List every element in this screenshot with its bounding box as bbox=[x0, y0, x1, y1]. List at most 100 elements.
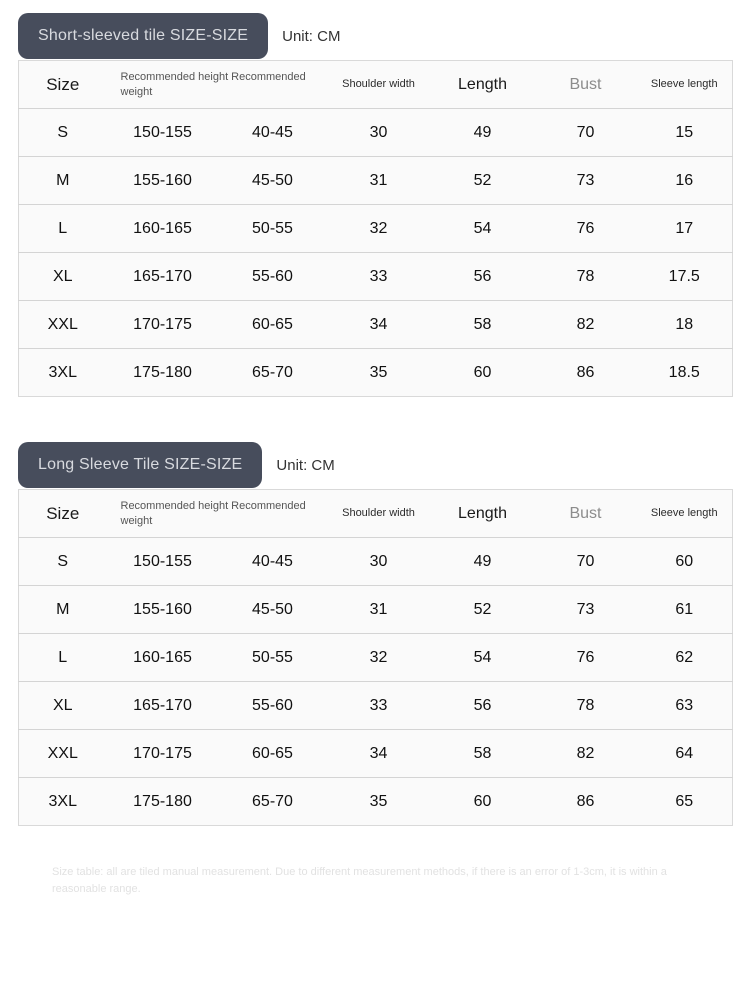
cell-bust: 76 bbox=[534, 633, 637, 682]
cell-shoulder: 30 bbox=[326, 537, 431, 586]
cell-sleeve: 60 bbox=[636, 537, 733, 586]
cell-size: XXL bbox=[18, 300, 107, 349]
cell-size: 3XL bbox=[18, 348, 107, 397]
table-row: M 155-160 45-50 31 52 73 16 bbox=[18, 156, 733, 205]
size-table-long-sleeve: Size Recommended height Recommended weig… bbox=[18, 489, 733, 826]
cell-length: 52 bbox=[430, 156, 535, 205]
cell-sleeve: 62 bbox=[636, 633, 733, 682]
cell-shoulder: 30 bbox=[326, 108, 431, 157]
table-row: 3XL 175-180 65-70 35 60 86 18.5 bbox=[18, 348, 733, 397]
cell-length: 58 bbox=[430, 729, 535, 778]
table-body-long-sleeve: S 150-155 40-45 30 49 70 60 M 155-160 45… bbox=[18, 537, 733, 826]
cell-sleeve: 63 bbox=[636, 681, 733, 730]
column-header-length: Length bbox=[430, 489, 535, 538]
cell-height: 150-155 bbox=[106, 537, 219, 586]
table-row: L 160-165 50-55 32 54 76 62 bbox=[18, 633, 733, 682]
column-header-length: Length bbox=[430, 60, 535, 109]
cell-weight: 50-55 bbox=[218, 204, 327, 253]
size-table-short-sleeve: Size Recommended height Recommended weig… bbox=[18, 60, 733, 397]
cell-bust: 82 bbox=[534, 300, 637, 349]
table-row: L 160-165 50-55 32 54 76 17 bbox=[18, 204, 733, 253]
cell-sleeve: 17 bbox=[636, 204, 733, 253]
cell-bust: 78 bbox=[534, 681, 637, 730]
cell-size: 3XL bbox=[18, 777, 107, 826]
cell-height: 160-165 bbox=[106, 633, 219, 682]
cell-bust: 70 bbox=[534, 108, 637, 157]
cell-height: 155-160 bbox=[106, 585, 219, 634]
cell-shoulder: 35 bbox=[326, 348, 431, 397]
cell-height: 170-175 bbox=[106, 729, 219, 778]
table-header-row: Size Recommended height Recommended weig… bbox=[18, 60, 733, 109]
measurement-disclaimer: Size table: all are tiled manual measure… bbox=[52, 866, 667, 895]
cell-size: XXL bbox=[18, 729, 107, 778]
cell-bust: 73 bbox=[534, 585, 637, 634]
table-body-short-sleeve: S 150-155 40-45 30 49 70 15 M 155-160 45… bbox=[18, 108, 733, 397]
cell-size: M bbox=[18, 156, 107, 205]
cell-length: 49 bbox=[430, 537, 535, 586]
column-header-shoulder-width: Shoulder width bbox=[326, 60, 431, 109]
cell-bust: 86 bbox=[534, 348, 637, 397]
column-header-bust: Bust bbox=[534, 60, 637, 109]
cell-size: L bbox=[18, 633, 107, 682]
section-badge-short-sleeve: Short-sleeved tile SIZE-SIZE bbox=[18, 13, 269, 59]
cell-length: 49 bbox=[430, 108, 535, 157]
table-row: XXL 170-175 60-65 34 58 82 64 bbox=[18, 729, 733, 778]
section-header-long-sleeve: Long Sleeve Tile SIZE-SIZE Unit: CM bbox=[18, 441, 750, 489]
cell-size: XL bbox=[18, 681, 107, 730]
cell-shoulder: 31 bbox=[326, 156, 431, 205]
cell-sleeve: 18 bbox=[636, 300, 733, 349]
cell-weight: 65-70 bbox=[218, 777, 327, 826]
cell-bust: 78 bbox=[534, 252, 637, 301]
cell-weight: 40-45 bbox=[218, 108, 327, 157]
cell-sleeve: 17.5 bbox=[636, 252, 733, 301]
cell-height: 175-180 bbox=[106, 777, 219, 826]
cell-weight: 40-45 bbox=[218, 537, 327, 586]
cell-shoulder: 34 bbox=[326, 729, 431, 778]
cell-weight: 60-65 bbox=[218, 300, 327, 349]
cell-shoulder: 32 bbox=[326, 204, 431, 253]
column-header-recommended: Recommended height Recommended weight bbox=[106, 60, 327, 109]
table-row: XL 165-170 55-60 33 56 78 17.5 bbox=[18, 252, 733, 301]
cell-height: 150-155 bbox=[106, 108, 219, 157]
cell-length: 54 bbox=[430, 633, 535, 682]
column-header-bust: Bust bbox=[534, 489, 637, 538]
cell-shoulder: 33 bbox=[326, 681, 431, 730]
column-header-shoulder-width: Shoulder width bbox=[326, 489, 431, 538]
cell-weight: 45-50 bbox=[218, 156, 327, 205]
cell-length: 58 bbox=[430, 300, 535, 349]
cell-weight: 65-70 bbox=[218, 348, 327, 397]
table-row: XXL 170-175 60-65 34 58 82 18 bbox=[18, 300, 733, 349]
column-header-sleeve-length: Sleeve length bbox=[636, 60, 733, 109]
column-header-sleeve-length: Sleeve length bbox=[636, 489, 733, 538]
cell-size: L bbox=[18, 204, 107, 253]
cell-length: 60 bbox=[430, 777, 535, 826]
cell-shoulder: 32 bbox=[326, 633, 431, 682]
table-header-row: Size Recommended height Recommended weig… bbox=[18, 489, 733, 538]
cell-length: 60 bbox=[430, 348, 535, 397]
cell-bust: 73 bbox=[534, 156, 637, 205]
cell-weight: 50-55 bbox=[218, 633, 327, 682]
cell-size: S bbox=[18, 108, 107, 157]
section-badge-long-sleeve: Long Sleeve Tile SIZE-SIZE bbox=[18, 442, 263, 488]
column-header-recommended: Recommended height Recommended weight bbox=[106, 489, 327, 538]
table-row: M 155-160 45-50 31 52 73 61 bbox=[18, 585, 733, 634]
cell-sleeve: 64 bbox=[636, 729, 733, 778]
cell-height: 170-175 bbox=[106, 300, 219, 349]
cell-bust: 86 bbox=[534, 777, 637, 826]
cell-shoulder: 31 bbox=[326, 585, 431, 634]
cell-sleeve: 18.5 bbox=[636, 348, 733, 397]
cell-weight: 55-60 bbox=[218, 681, 327, 730]
cell-sleeve: 16 bbox=[636, 156, 733, 205]
cell-shoulder: 33 bbox=[326, 252, 431, 301]
cell-sleeve: 61 bbox=[636, 585, 733, 634]
cell-height: 165-170 bbox=[106, 681, 219, 730]
table-row: S 150-155 40-45 30 49 70 60 bbox=[18, 537, 733, 586]
cell-height: 175-180 bbox=[106, 348, 219, 397]
cell-length: 56 bbox=[430, 681, 535, 730]
cell-length: 54 bbox=[430, 204, 535, 253]
cell-sleeve: 15 bbox=[636, 108, 733, 157]
cell-weight: 45-50 bbox=[218, 585, 327, 634]
table-row: S 150-155 40-45 30 49 70 15 bbox=[18, 108, 733, 157]
cell-weight: 60-65 bbox=[218, 729, 327, 778]
size-chart-page: Short-sleeved tile SIZE-SIZE Unit: CM Si… bbox=[0, 0, 750, 1000]
